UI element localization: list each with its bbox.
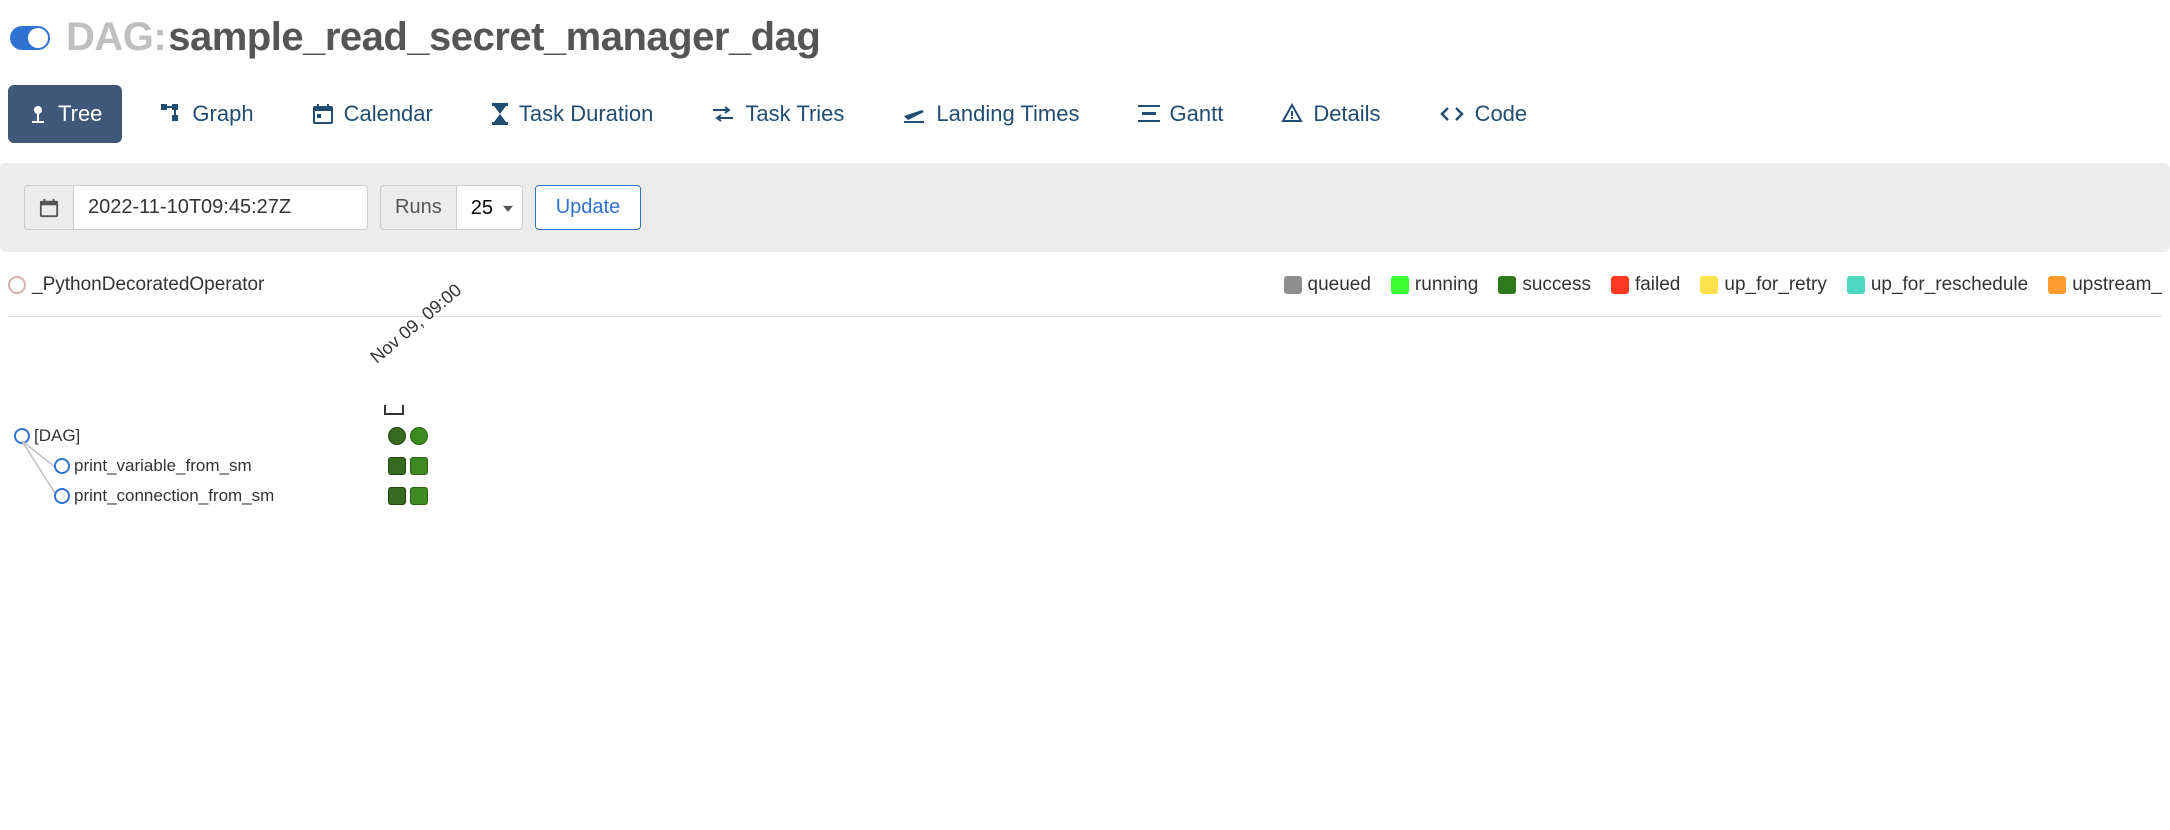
dag-label-prefix: DAG: [66, 15, 166, 60]
task-status-cell[interactable] [388, 457, 406, 475]
dag-toggle[interactable] [10, 26, 50, 50]
node-label[interactable]: print_variable_from_sm [74, 456, 252, 476]
legend-row: _PythonDecoratedOperator queued running … [0, 252, 2170, 316]
code-icon [1439, 105, 1465, 123]
tab-label: Details [1313, 101, 1380, 127]
status-legend: queued running success failed up_for_ret… [1284, 274, 2162, 296]
tree-view: Nov 09, 09:00 [DAG] print_variable_from_… [0, 317, 2170, 577]
update-button[interactable]: Update [535, 185, 642, 230]
node-circle[interactable] [14, 428, 30, 444]
node-label[interactable]: [DAG] [34, 426, 80, 446]
tab-label: Tree [58, 101, 102, 127]
dag-name: sample_read_secret_manager_dag [168, 15, 820, 60]
hourglass-icon [491, 103, 509, 125]
runs-select[interactable]: 25 [456, 185, 523, 230]
tab-gantt[interactable]: Gantt [1118, 85, 1244, 143]
tab-graph[interactable]: Graph [140, 85, 273, 143]
tab-code[interactable]: Code [1419, 85, 1548, 143]
base-date-input[interactable] [73, 185, 368, 230]
tab-details[interactable]: Details [1261, 85, 1400, 143]
tab-label: Code [1475, 101, 1528, 127]
controls-bar: Runs 25 Update [0, 163, 2170, 252]
run-status-cell[interactable] [388, 427, 406, 445]
runs-label: Runs [380, 185, 456, 230]
operator-swatch [8, 276, 26, 294]
tab-label: Landing Times [936, 101, 1079, 127]
legend-upstream[interactable]: upstream_ [2048, 274, 2162, 296]
run-bracket [384, 405, 404, 415]
task-status-cell[interactable] [410, 457, 428, 475]
calendar-addon-icon [24, 185, 73, 230]
tree-icon [28, 104, 48, 124]
node-circle[interactable] [54, 458, 70, 474]
tab-label: Gantt [1170, 101, 1224, 127]
tab-label: Task Tries [745, 101, 844, 127]
legend-failed[interactable]: failed [1611, 274, 1680, 296]
tab-label: Task Duration [519, 101, 654, 127]
view-tabs: Tree Graph Calendar Task Duration Task T… [0, 85, 2170, 143]
swatch-success [1498, 276, 1516, 294]
tab-tree[interactable]: Tree [8, 85, 122, 143]
swatch-upforretry [1700, 276, 1718, 294]
swatch-running [1391, 276, 1409, 294]
node-circle[interactable] [54, 488, 70, 504]
tree-row-dag: [DAG] [10, 421, 2160, 451]
swatch-upstream [2048, 276, 2066, 294]
node-label[interactable]: print_connection_from_sm [74, 486, 274, 506]
runs-input-group: Runs 25 [380, 185, 523, 230]
date-input-group [24, 185, 368, 230]
landing-icon [902, 104, 926, 124]
details-icon [1281, 103, 1303, 125]
swatch-failed [1611, 276, 1629, 294]
tree-row-task: print_connection_from_sm [10, 481, 2160, 511]
legend-running[interactable]: running [1391, 274, 1478, 296]
swatch-upforreschedule [1847, 276, 1865, 294]
tab-calendar[interactable]: Calendar [292, 85, 453, 143]
toggle-knob [28, 28, 48, 48]
task-status-cell[interactable] [410, 487, 428, 505]
run-status-cell[interactable] [410, 427, 428, 445]
legend-success[interactable]: success [1498, 274, 1591, 296]
tree-row-task: print_variable_from_sm [10, 451, 2160, 481]
retry-icon [711, 104, 735, 124]
operator-legend-label: _PythonDecoratedOperator [32, 274, 264, 296]
tab-landing-times[interactable]: Landing Times [882, 85, 1099, 143]
calendar-icon [312, 103, 334, 125]
swatch-queued [1284, 276, 1302, 294]
tab-label: Calendar [344, 101, 433, 127]
legend-queued[interactable]: queued [1284, 274, 1371, 296]
task-status-cell[interactable] [388, 487, 406, 505]
legend-upforretry[interactable]: up_for_retry [1700, 274, 1826, 296]
legend-upforreschedule[interactable]: up_for_reschedule [1847, 274, 2028, 296]
tab-task-duration[interactable]: Task Duration [471, 85, 674, 143]
tab-label: Graph [192, 101, 253, 127]
tab-task-tries[interactable]: Task Tries [691, 85, 864, 143]
gantt-icon [1138, 104, 1160, 124]
graph-icon [160, 103, 182, 125]
